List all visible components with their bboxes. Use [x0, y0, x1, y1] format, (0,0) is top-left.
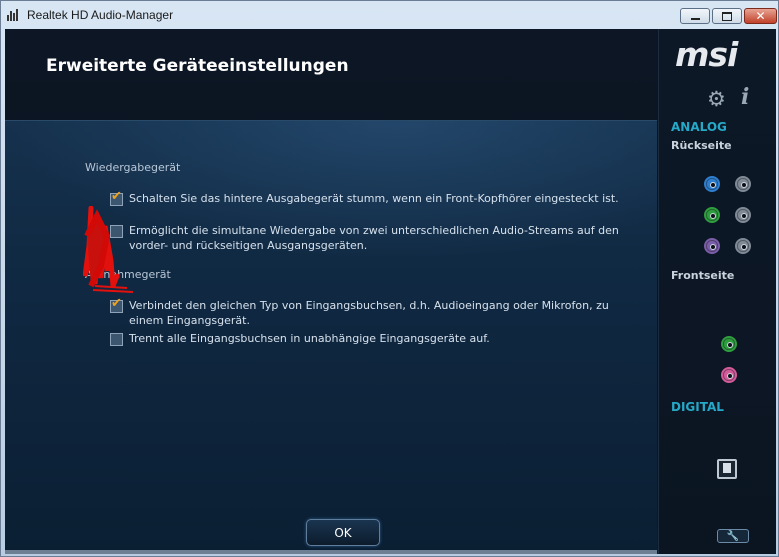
- rear-jack-green-icon[interactable]: [704, 207, 720, 223]
- bottom-strip: [5, 550, 657, 554]
- rear-panel-label: Rückseite: [671, 139, 732, 152]
- playback-option-multistream[interactable]: Ermöglicht die simultane Wiedergabe von …: [110, 223, 644, 253]
- combine-inputs-checkbox[interactable]: [110, 296, 123, 313]
- analog-label: ANALOG: [671, 120, 727, 134]
- msi-logo: msi: [675, 35, 738, 74]
- title-bar[interactable]: Realtek HD Audio-Manager ✕: [1, 1, 778, 29]
- rear-jack-purple-icon[interactable]: [704, 238, 720, 254]
- front-jack-pink-icon[interactable]: [721, 367, 737, 383]
- app-client-area: Erweiterte Geräteeinstellungen Wiedergab…: [5, 29, 776, 554]
- maximize-icon: [722, 11, 732, 21]
- combine-inputs-label: Verbindet den gleichen Typ von Eingangsb…: [129, 299, 609, 327]
- wrench-icon: 🔧: [726, 530, 740, 542]
- gear-icon[interactable]: ⚙: [707, 87, 726, 111]
- front-panel-label: Frontseite: [671, 269, 735, 282]
- page-title: Erweiterte Geräteeinstellungen: [46, 56, 349, 76]
- rear-jack-gray-icon[interactable]: [735, 207, 751, 223]
- mute-rear-label: Schalten Sie das hintere Ausgabegerät st…: [129, 192, 619, 205]
- advanced-settings-panel: Wiedergabegerät Schalten Sie das hintere…: [5, 120, 657, 551]
- ok-button[interactable]: OK: [306, 519, 380, 546]
- front-jack-green-icon[interactable]: [721, 336, 737, 352]
- window-title: Realtek HD Audio-Manager: [27, 8, 174, 22]
- separate-inputs-label: Trennt alle Eingangsbuchsen in unabhängi…: [129, 332, 490, 345]
- realtek-window: Realtek HD Audio-Manager ✕ Erweiterte Ge…: [0, 0, 779, 557]
- mute-rear-checkbox[interactable]: [110, 189, 123, 206]
- rear-jack-gray-icon[interactable]: [735, 176, 751, 192]
- spdif-port-icon[interactable]: [717, 459, 737, 479]
- device-sidebar: msi ⚙ i ANALOG Rückseite Frontseite DIGI…: [658, 29, 776, 554]
- playback-section-title: Wiedergabegerät: [85, 161, 181, 174]
- maximize-button[interactable]: [712, 8, 742, 24]
- close-icon: ✕: [755, 9, 766, 23]
- rear-jack-blue-icon[interactable]: [704, 176, 720, 192]
- multistream-label: Ermöglicht die simultane Wiedergabe von …: [129, 224, 619, 252]
- recording-option-separate-inputs[interactable]: Trennt alle Eingangsbuchsen in unabhängi…: [110, 331, 644, 346]
- separate-inputs-checkbox[interactable]: [110, 333, 123, 346]
- audio-manager-icon: [7, 9, 21, 21]
- recording-option-combine-inputs[interactable]: Verbindet den gleichen Typ von Eingangsb…: [110, 296, 644, 328]
- info-icon[interactable]: i: [741, 84, 749, 110]
- minimize-button[interactable]: [680, 8, 710, 24]
- close-button[interactable]: ✕: [744, 8, 777, 24]
- digital-label: DIGITAL: [671, 400, 724, 414]
- rear-jack-gray-icon[interactable]: [735, 238, 751, 254]
- red-annotation-scribble: [83, 206, 134, 293]
- minimize-icon: [690, 18, 700, 20]
- playback-option-mute-rear[interactable]: Schalten Sie das hintere Ausgabegerät st…: [110, 189, 644, 206]
- wrench-settings-button[interactable]: 🔧: [717, 529, 749, 543]
